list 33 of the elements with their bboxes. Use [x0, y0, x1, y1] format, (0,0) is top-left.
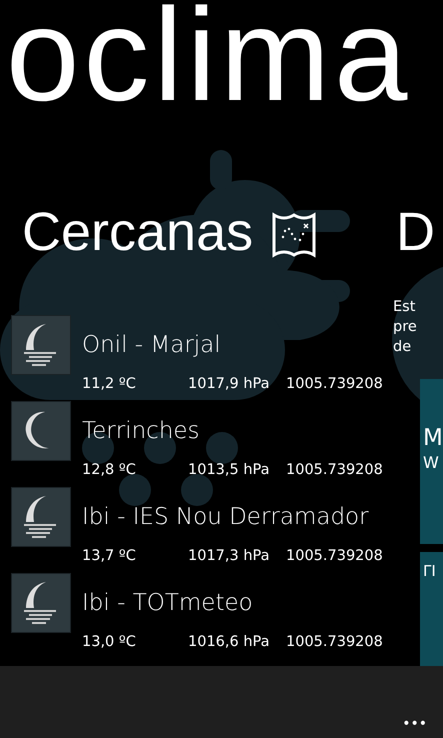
station-value: 1005.739208 — [286, 376, 383, 392]
station-name[interactable]: Terrinches — [82, 418, 200, 444]
section-title: Cercanas — [22, 202, 254, 262]
live-tile[interactable]: ΓΙ — [420, 552, 443, 666]
description-text: de — [393, 338, 412, 357]
temperature: 11,2 ºC — [82, 376, 137, 392]
station-value: 1005.739208 — [286, 634, 383, 650]
moon-fog-icon — [12, 488, 70, 546]
temperature: 12,8 ºC — [82, 462, 137, 478]
temperature: 13,7 ºC — [82, 548, 137, 564]
moon-icon — [12, 402, 70, 460]
station-value: 1005.739208 — [286, 462, 383, 478]
station-name[interactable]: Ibi - TOTmeteo — [82, 590, 253, 616]
app-title: oclima — [6, 0, 412, 110]
more-button[interactable]: ••• — [402, 716, 443, 738]
tile-title: M — [423, 424, 443, 453]
pressure: 1017,3 hPa — [188, 548, 271, 564]
map-icon[interactable] — [271, 211, 318, 259]
station-name[interactable]: Onil - Marjal — [82, 332, 221, 358]
section-title: D — [395, 202, 436, 262]
pressure: 1017,9 hPa — [188, 376, 271, 392]
description-text: pre — [393, 318, 418, 337]
pressure: 1013,5 hPa — [188, 462, 271, 478]
moon-fog-icon — [12, 316, 70, 374]
tile-subtitle: W — [423, 453, 440, 472]
station-name[interactable]: Ibi - IES Nou Derramador — [82, 504, 369, 530]
description-text: Est — [393, 298, 416, 317]
temperature: 13,0 ºC — [82, 634, 137, 650]
live-tile[interactable]: M W — [420, 379, 443, 544]
pressure: 1016,6 hPa — [188, 634, 271, 650]
tile-title: ΓΙ — [423, 562, 437, 580]
moon-fog-icon — [12, 574, 70, 632]
station-value: 1005.739208 — [286, 548, 383, 564]
